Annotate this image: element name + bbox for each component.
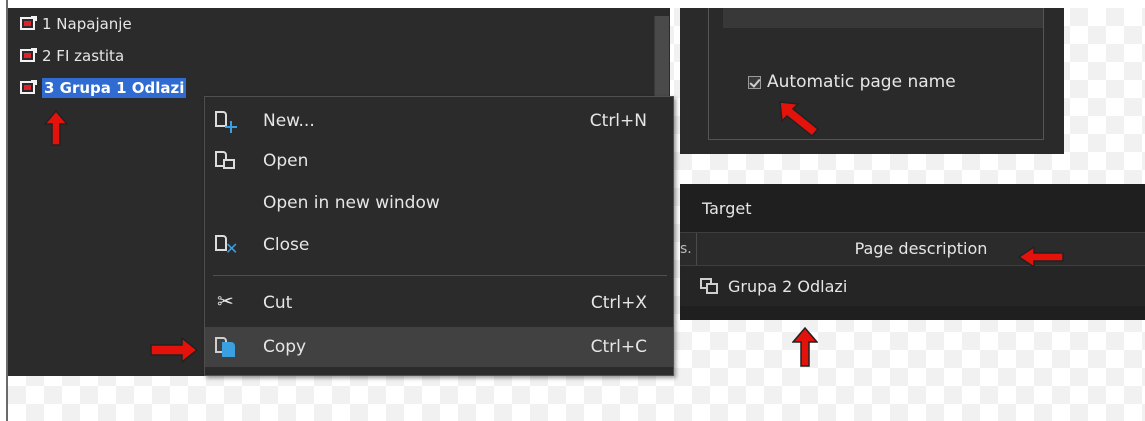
- page-icon: [20, 80, 38, 96]
- table-row[interactable]: Grupa 2 Odlazi: [680, 266, 1145, 306]
- menu-item-shortcut: Ctrl+C: [590, 337, 647, 357]
- automatic-page-name-checkbox[interactable]: [748, 75, 761, 89]
- settings-field[interactable]: [723, 8, 1043, 28]
- tree-item-fi-zastita[interactable]: 2 FI zastita: [20, 44, 124, 68]
- menu-item-label: Cut: [263, 293, 293, 313]
- page-icon: [20, 16, 38, 32]
- menu-item-label: Open in new window: [263, 193, 440, 213]
- tree-item-napajanje[interactable]: 1 Napajanje: [20, 12, 132, 36]
- menu-item-label: Copy: [263, 337, 307, 357]
- column-header-page-description[interactable]: Page description: [697, 233, 1145, 265]
- tree-item-label: 1 Napajanje: [42, 15, 132, 33]
- open-icon: [213, 149, 239, 173]
- menu-item-label: New...: [263, 111, 315, 131]
- page-link-icon: [700, 278, 720, 294]
- menu-separator: [213, 275, 667, 276]
- menu-item-label: Open: [263, 151, 309, 171]
- red-arrow-diagonal-checkbox: [779, 101, 820, 138]
- menu-item-copy[interactable]: Copy Ctrl+C: [205, 327, 673, 367]
- menu-item-label: Close: [263, 235, 310, 255]
- red-arrow-left-header: [1018, 246, 1064, 268]
- menu-item-shortcut: Ctrl+X: [590, 293, 647, 313]
- red-arrow-right-copy: [150, 337, 198, 363]
- context-menu: New... Ctrl+N Open Open in new window ✕ …: [204, 96, 674, 376]
- menu-item-close[interactable]: ✕ Close: [205, 225, 673, 265]
- menu-item-shortcut: Ctrl+N: [589, 111, 647, 131]
- tree-item-label-selected: 3 Grupa 1 Odlazi: [42, 78, 187, 98]
- menu-item-new[interactable]: New... Ctrl+N: [205, 101, 673, 141]
- automatic-page-name-option[interactable]: Automatic page name: [748, 72, 956, 92]
- red-arrow-up-tree: [44, 110, 68, 146]
- page-icon: [20, 48, 38, 64]
- cut-icon: ✂: [217, 289, 234, 313]
- table-header: s. Page description: [680, 232, 1145, 266]
- new-icon: [213, 109, 239, 133]
- automatic-page-name-label: Automatic page name: [767, 72, 956, 92]
- menu-item-open-new-window[interactable]: Open in new window: [205, 183, 673, 223]
- tree-item-grupa-1-odlazi[interactable]: 3 Grupa 1 Odlazi: [20, 76, 187, 100]
- red-arrow-up-row: [792, 327, 818, 367]
- copy-icon: [213, 335, 239, 359]
- menu-item-open[interactable]: Open: [205, 141, 673, 181]
- tree-item-label: 2 FI zastita: [42, 47, 125, 65]
- menu-item-cut[interactable]: ✂ Cut Ctrl+X: [205, 283, 673, 323]
- header-stub: s.: [680, 233, 697, 265]
- frame-left: [0, 0, 8, 421]
- target-table-panel: Target s. Page description Grupa 2 Odlaz…: [680, 184, 1145, 320]
- close-icon: ✕: [213, 233, 239, 258]
- page-description-cell: Grupa 2 Odlazi: [728, 276, 848, 296]
- frame-top: [0, 0, 1145, 8]
- target-label: Target: [702, 198, 752, 218]
